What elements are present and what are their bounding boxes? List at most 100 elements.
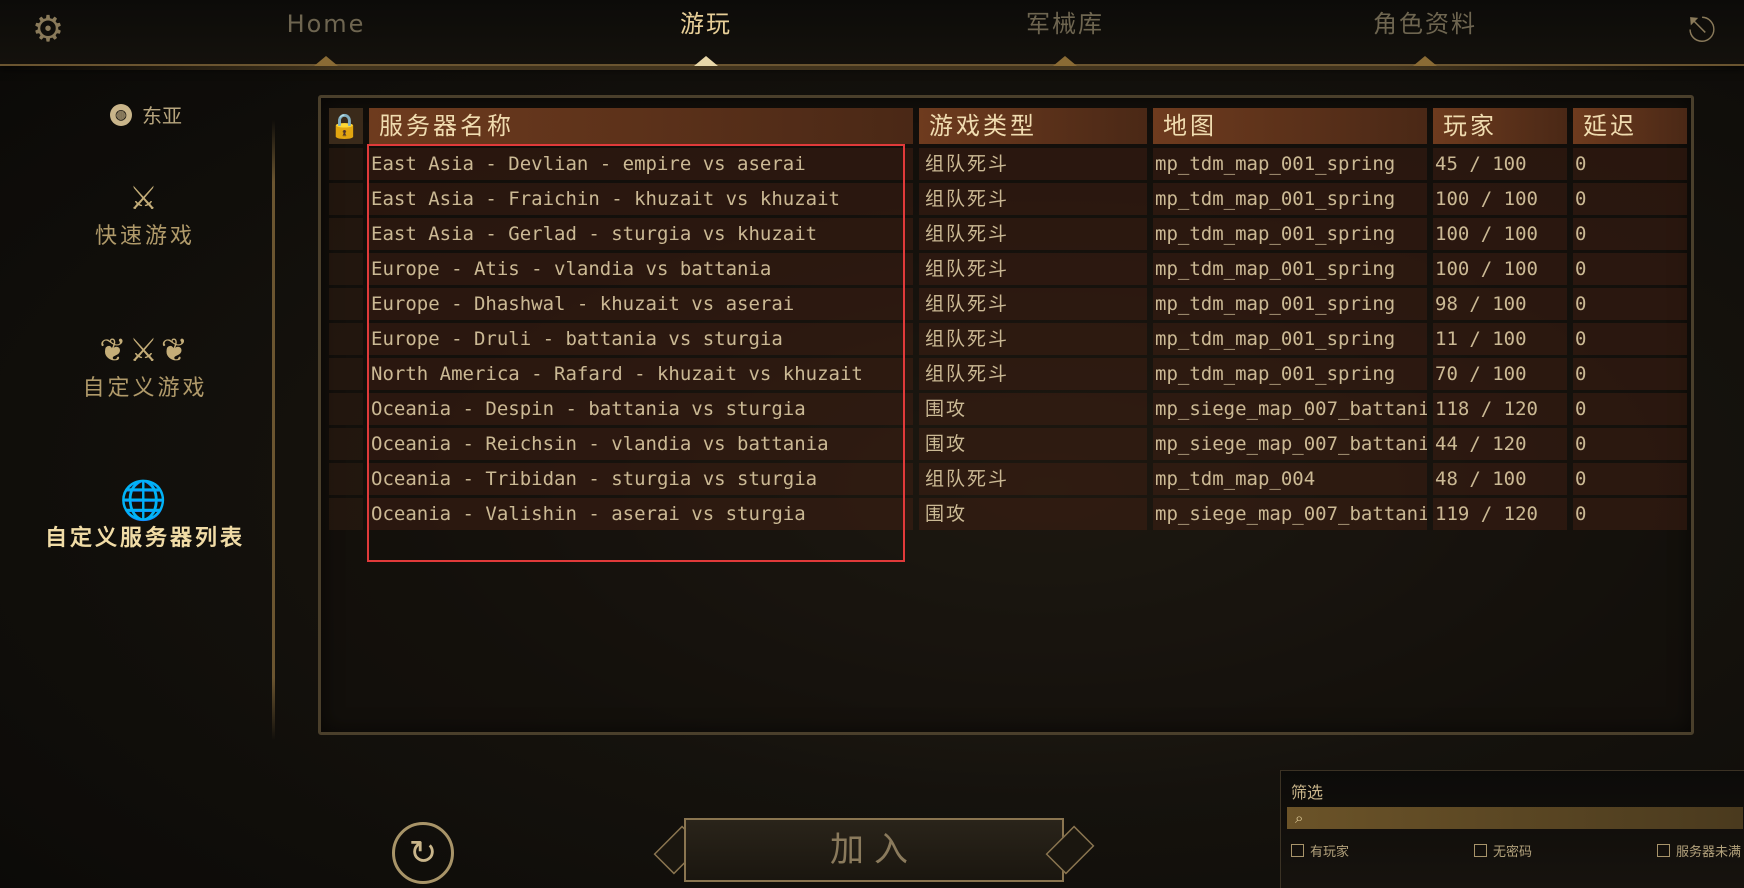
lock-cell bbox=[329, 428, 363, 460]
refresh-button[interactable]: ↻ bbox=[392, 822, 454, 884]
gear-icon[interactable]: ⚙ bbox=[28, 10, 68, 50]
players-cell: 70 / 100 bbox=[1433, 358, 1567, 390]
tab-armory[interactable]: 军械库 bbox=[1000, 6, 1130, 66]
ping-cell: 0 bbox=[1573, 148, 1687, 180]
region-selector[interactable]: ◍ 东亚 bbox=[110, 100, 182, 129]
game-type-cell: 围攻 bbox=[919, 393, 1147, 425]
map-cell: mp_tdm_map_001_spring bbox=[1153, 148, 1427, 180]
checkbox[interactable] bbox=[1291, 844, 1304, 857]
table-row[interactable]: Europe - Druli - battania vs sturgia 组队死斗… bbox=[329, 323, 1687, 355]
players-cell: 98 / 100 bbox=[1433, 288, 1567, 320]
lock-cell bbox=[329, 288, 363, 320]
tab-marker bbox=[1053, 56, 1077, 66]
filter-not-full[interactable]: 服务器未满 bbox=[1656, 841, 1741, 860]
region-label: 东亚 bbox=[142, 104, 182, 128]
filter-panel: 筛选 ⌕ 有玩家 无密码 服务器未满 bbox=[1280, 770, 1744, 888]
server-name-cell: Oceania - Despin - battania vs sturgia bbox=[369, 393, 913, 425]
map-cell: mp_tdm_map_001_spring bbox=[1153, 253, 1427, 285]
server-name-cell: Europe - Druli - battania vs sturgia bbox=[369, 323, 913, 355]
sidebar-item-custom-server-list[interactable]: 🌐 自定义服务器列表 bbox=[0, 480, 290, 552]
map-cell: mp_tdm_map_001_spring bbox=[1153, 358, 1427, 390]
filter-has-players[interactable]: 有玩家 bbox=[1291, 841, 1349, 860]
ping-cell: 0 bbox=[1573, 463, 1687, 495]
col-header-players[interactable]: 玩家 bbox=[1433, 108, 1567, 144]
players-cell: 11 / 100 bbox=[1433, 323, 1567, 355]
filter-no-password[interactable]: 无密码 bbox=[1473, 841, 1532, 860]
ping-cell: 0 bbox=[1573, 253, 1687, 285]
tab-armory-label: 军械库 bbox=[1026, 10, 1104, 38]
players-cell: 44 / 120 bbox=[1433, 428, 1567, 460]
ping-cell: 0 bbox=[1573, 498, 1687, 530]
sidebar-item-quick-play[interactable]: ⚔ 快速游戏 bbox=[0, 178, 290, 250]
server-table: 🔒 服务器名称 游戏类型 地图 玩家 延迟 East Asia - Devlia… bbox=[318, 95, 1694, 735]
col-header-map[interactable]: 地图 bbox=[1153, 108, 1427, 144]
players-cell: 100 / 100 bbox=[1433, 253, 1567, 285]
map-cell: mp_tdm_map_001_spring bbox=[1153, 183, 1427, 215]
col-header-name[interactable]: 服务器名称 bbox=[369, 108, 913, 144]
sidebar-item-label: 自定义服务器列表 bbox=[44, 526, 245, 551]
checkbox-label: 服务器未满 bbox=[1675, 845, 1741, 860]
table-row[interactable]: Europe - Dhashwal - khuzait vs aserai 组队死… bbox=[329, 288, 1687, 320]
sidebar: ◍ 东亚 ⚔ 快速游戏 ❦⚔❦ 自定义游戏 🌐 自定义服务器列表 bbox=[0, 80, 290, 888]
checkbox-label: 无密码 bbox=[1492, 845, 1532, 860]
table-row[interactable]: East Asia - Fraichin - khuzait vs khuzai… bbox=[329, 183, 1687, 215]
table-row[interactable]: Oceania - Despin - battania vs sturgia 围攻… bbox=[329, 393, 1687, 425]
map-cell: mp_tdm_map_001_spring bbox=[1153, 218, 1427, 250]
map-cell: mp_siege_map_007_battania bbox=[1153, 393, 1427, 425]
ping-cell: 0 bbox=[1573, 218, 1687, 250]
ping-cell: 0 bbox=[1573, 323, 1687, 355]
tab-marker bbox=[1413, 56, 1437, 66]
join-button[interactable]: 加入 bbox=[648, 814, 1100, 886]
checkbox[interactable] bbox=[1473, 844, 1487, 857]
lock-icon[interactable]: 🔒 bbox=[329, 108, 363, 144]
sidebar-item-custom-game[interactable]: ❦⚔❦ 自定义游戏 bbox=[0, 330, 290, 402]
filter-search-input[interactable]: ⌕ bbox=[1287, 807, 1743, 829]
tab-marker bbox=[694, 56, 718, 66]
server-name-cell: East Asia - Fraichin - khuzait vs khuzai… bbox=[369, 183, 913, 215]
game-type-cell: 组队死斗 bbox=[919, 463, 1147, 495]
server-name-cell: East Asia - Devlian - empire vs aserai bbox=[369, 148, 913, 180]
tab-profile[interactable]: 角色资料 bbox=[1360, 6, 1490, 66]
game-type-cell: 组队死斗 bbox=[919, 218, 1147, 250]
join-button-label: 加入 bbox=[684, 818, 1064, 882]
server-name-cell: Oceania - Reichsin - vlandia vs battania bbox=[369, 428, 913, 460]
top-nav: ⚙ Home 游玩 军械库 角色资料 ⎋ bbox=[0, 0, 1744, 70]
server-name-cell: Europe - Atis - vlandia vs battania bbox=[369, 253, 913, 285]
game-type-cell: 组队死斗 bbox=[919, 183, 1147, 215]
map-cell: mp_tdm_map_004 bbox=[1153, 463, 1427, 495]
sidebar-item-label: 自定义游戏 bbox=[82, 376, 208, 401]
table-row[interactable]: Oceania - Tribidan - sturgia vs sturgia 组… bbox=[329, 463, 1687, 495]
globe-plus-icon: 🌐 bbox=[119, 478, 171, 522]
lock-cell bbox=[329, 218, 363, 250]
tab-play[interactable]: 游玩 bbox=[646, 6, 766, 66]
lock-cell bbox=[329, 148, 363, 180]
table-row[interactable]: Oceania - Reichsin - vlandia vs battania… bbox=[329, 428, 1687, 460]
ping-cell: 0 bbox=[1573, 428, 1687, 460]
ping-cell: 0 bbox=[1573, 288, 1687, 320]
table-row[interactable]: East Asia - Devlian - empire vs aserai 组队… bbox=[329, 148, 1687, 180]
col-header-type[interactable]: 游戏类型 bbox=[919, 108, 1147, 144]
table-row[interactable]: Europe - Atis - vlandia vs battania 组队死斗 m… bbox=[329, 253, 1687, 285]
col-header-ping[interactable]: 延迟 bbox=[1573, 108, 1687, 144]
server-name-cell: Oceania - Tribidan - sturgia vs sturgia bbox=[369, 463, 913, 495]
table-row[interactable]: North America - Rafard - khuzait vs khuz… bbox=[329, 358, 1687, 390]
tab-home[interactable]: Home bbox=[276, 6, 376, 66]
map-cell: mp_siege_map_007_battania bbox=[1153, 498, 1427, 530]
ping-cell: 0 bbox=[1573, 358, 1687, 390]
game-type-cell: 组队死斗 bbox=[919, 288, 1147, 320]
table-row[interactable]: East Asia - Gerlad - sturgia vs khuzait 组… bbox=[329, 218, 1687, 250]
refresh-icon: ↻ bbox=[408, 833, 438, 873]
exit-icon[interactable]: ⎋ bbox=[1680, 8, 1724, 52]
game-type-cell: 组队死斗 bbox=[919, 148, 1147, 180]
players-cell: 100 / 100 bbox=[1433, 218, 1567, 250]
lock-cell bbox=[329, 393, 363, 425]
game-type-cell: 围攻 bbox=[919, 498, 1147, 530]
server-name-cell: East Asia - Gerlad - sturgia vs khuzait bbox=[369, 218, 913, 250]
table-row[interactable]: Oceania - Valishin - aserai vs sturgia 围攻… bbox=[329, 498, 1687, 530]
checkbox[interactable] bbox=[1656, 844, 1670, 857]
players-cell: 118 / 120 bbox=[1433, 393, 1567, 425]
lock-cell bbox=[329, 463, 363, 495]
game-type-cell: 组队死斗 bbox=[919, 253, 1147, 285]
players-cell: 119 / 120 bbox=[1433, 498, 1567, 530]
server-name-cell: Oceania - Valishin - aserai vs sturgia bbox=[369, 498, 913, 530]
